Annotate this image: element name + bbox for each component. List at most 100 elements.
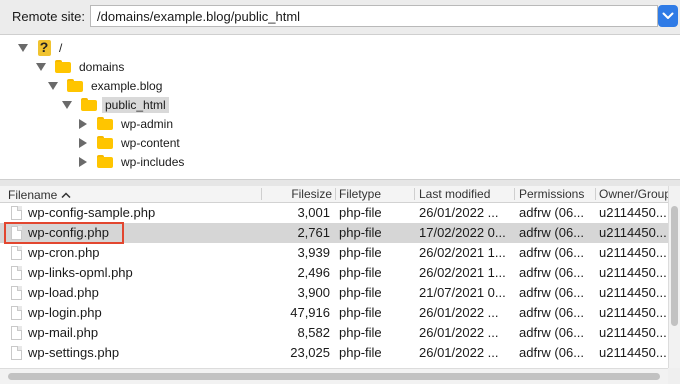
cell-permissions: adfrw (06... [519,205,585,220]
cell-filesize: 3,001 [297,205,330,220]
column-header-label: Filename [8,188,58,202]
cell-last-modified: 26/02/2021 1... [419,245,506,260]
folder-icon [97,136,113,149]
cell-permissions: adfrw (06... [519,245,585,260]
cell-filename: wp-load.php [28,285,99,300]
directory-tree: ? / domains example.blog public_html wp-… [0,34,680,180]
expand-arrow-down-icon[interactable] [34,60,48,74]
cell-filesize: 47,916 [290,305,330,320]
cell-owner-group: u2114450... [599,325,667,340]
cell-owner-group: u2114450... [599,245,667,260]
file-icon [11,246,22,260]
column-header-last-modified[interactable]: Last modified [419,186,511,202]
cell-last-modified: 26/01/2022 ... [419,205,499,220]
remote-site-bar: Remote site: /domains/example.blog/publi… [0,0,680,34]
horizontal-scrollbar-thumb[interactable] [8,373,660,380]
cell-owner-group: u2114450... [599,285,667,300]
cell-last-modified: 26/01/2022 ... [419,345,499,360]
cell-filename: wp-cron.php [28,245,100,260]
cell-filesize: 3,900 [297,285,330,300]
vertical-scrollbar[interactable] [668,186,680,368]
tree-node-public-html[interactable]: public_html [60,95,169,114]
expand-arrow-down-icon[interactable] [60,98,74,112]
column-header-permissions[interactable]: Permissions [519,186,593,202]
expand-arrow-right-icon[interactable] [76,136,90,150]
cell-filesize: 2,761 [297,225,330,240]
tree-node-label: wp-content [121,135,180,150]
cell-filename: wp-config.php [28,225,109,240]
cell-filetype: php-file [339,345,382,360]
column-divider[interactable] [595,188,596,200]
tree-node-root[interactable]: ? / [16,38,62,57]
table-row[interactable]: wp-cron.php 3,939 php-file 26/02/2021 1... a… [0,243,668,263]
cell-filename: wp-settings.php [28,345,120,360]
expand-arrow-down-icon[interactable] [16,41,30,55]
scrollbar-corner [668,368,680,384]
table-row[interactable]: wp-mail.php 8,582 php-file 26/01/2022 ... ad… [0,323,668,343]
column-header-filename[interactable]: Filename [8,186,258,202]
column-divider[interactable] [414,188,415,200]
cell-filesize: 8,582 [297,325,330,340]
tree-node-example-blog[interactable]: example.blog [46,76,162,95]
expand-arrow-right-icon[interactable] [76,117,90,131]
cell-filename: wp-links-opml.php [28,265,133,280]
cell-last-modified: 26/01/2022 ... [419,305,499,320]
vertical-scrollbar-thumb[interactable] [671,206,678,326]
column-header-filesize[interactable]: Filesize [264,186,332,202]
table-row[interactable]: wp-config-sample.php 3,001 php-file 26/01/2… [0,203,668,223]
tree-node-wp-includes[interactable]: wp-includes [76,152,184,171]
expand-arrow-right-icon[interactable] [76,155,90,169]
file-icon [11,286,22,300]
tree-node-label: domains [79,59,125,74]
file-list: Filename Filesize Filetype Last modified… [0,186,668,368]
tree-node-label: wp-includes [121,154,185,169]
folder-icon [67,79,83,92]
cell-filename: wp-login.php [28,305,102,320]
column-header-filetype[interactable]: Filetype [339,186,409,202]
column-divider[interactable] [261,188,262,200]
sort-ascending-icon [61,186,71,202]
file-list-header: Filename Filesize Filetype Last modified… [0,186,668,203]
column-header-owner-group[interactable]: Owner/Group [599,186,668,202]
cell-filetype: php-file [339,325,382,340]
cell-filetype: php-file [339,305,382,320]
column-divider[interactable] [514,188,515,200]
cell-filetype: php-file [339,205,382,220]
cell-permissions: adfrw (06... [519,325,585,340]
column-divider[interactable] [335,188,336,200]
tree-node-domains[interactable]: domains [34,57,124,76]
table-row[interactable]: wp-settings.php 23,025 php-file 26/01/2022 … [0,343,668,363]
file-icon [11,266,22,280]
expand-arrow-down-icon[interactable] [46,79,60,93]
folder-icon [97,117,113,130]
cell-last-modified: 26/01/2022 ... [419,325,499,340]
cell-permissions: adfrw (06... [519,265,585,280]
table-row[interactable]: wp-links-opml.php 2,496 php-file 26/02/2021… [0,263,668,283]
cell-last-modified: 21/07/2021 0... [419,285,506,300]
table-row[interactable]: wp-login.php 47,916 php-file 26/01/2022 ...… [0,303,668,323]
tree-node-wp-admin[interactable]: wp-admin [76,114,173,133]
folder-icon [55,60,71,73]
remote-site-path-input[interactable]: /domains/example.blog/public_html [90,5,658,27]
tree-node-wp-content[interactable]: wp-content [76,133,180,152]
table-row[interactable]: wp-load.php 3,900 php-file 21/07/2021 0... a… [0,283,668,303]
cell-filesize: 3,939 [297,245,330,260]
cell-owner-group: u2114450... [599,225,667,240]
cell-filetype: php-file [339,225,382,240]
file-icon [11,226,22,240]
tree-node-label: wp-admin [121,116,174,131]
cell-permissions: adfrw (06... [519,285,585,300]
cell-owner-group: u2114450... [599,305,667,320]
table-row-selected[interactable]: wp-config.php 2,761 php-file 17/02/2022 0..… [0,223,668,243]
cell-filename: wp-mail.php [28,325,99,340]
cell-owner-group: u2114450... [599,205,667,220]
cell-filetype: php-file [339,245,382,260]
remote-site-dropdown-button[interactable] [658,5,678,27]
file-icon [11,306,22,320]
cell-filename: wp-config-sample.php [28,205,156,220]
horizontal-scrollbar[interactable] [0,368,668,384]
cell-filetype: php-file [339,265,382,280]
file-icon [11,206,22,220]
chevron-down-icon [662,12,674,19]
folder-icon [97,155,113,168]
